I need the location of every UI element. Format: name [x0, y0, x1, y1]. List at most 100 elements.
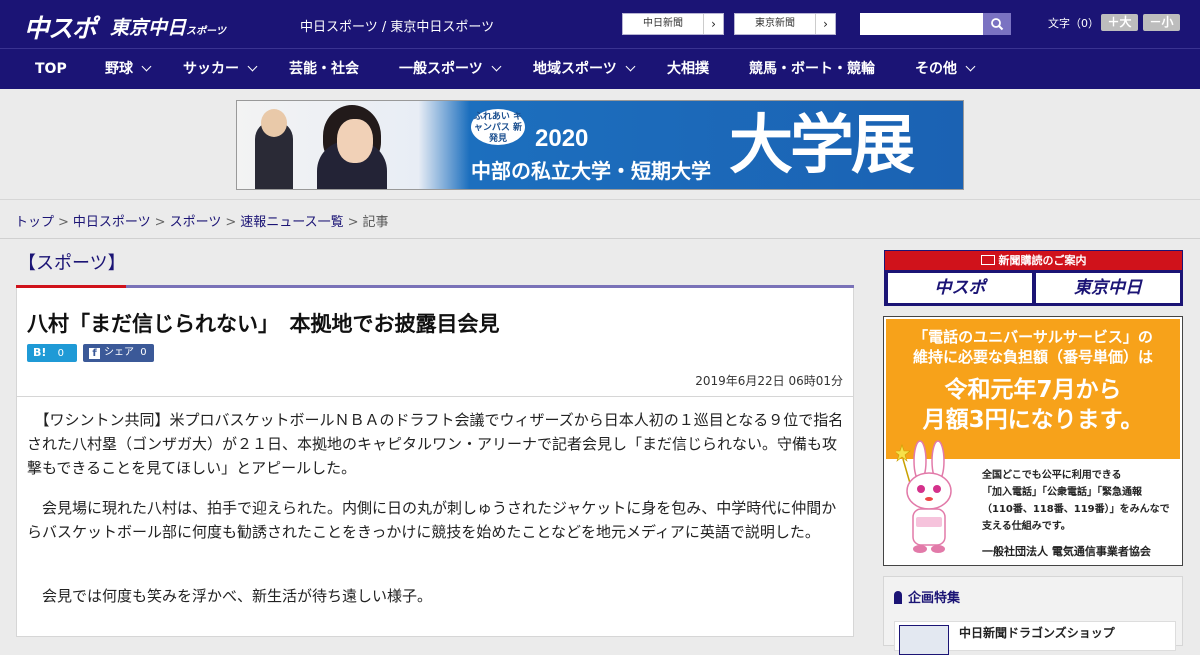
- universal-service-ad[interactable]: 「電話のユニバーサルサービス」の 維持に必要な負担額（番号単価）は 令和元年7月か…: [883, 316, 1183, 566]
- site-name: 中日スポーツ / 東京中日スポーツ: [300, 20, 495, 35]
- nav-baseball[interactable]: 野球: [105, 49, 152, 90]
- chevron-down-icon: [247, 61, 258, 72]
- breadcrumb-chunichi-sports[interactable]: 中日スポーツ: [73, 215, 151, 230]
- nav-label: サッカー: [183, 61, 239, 77]
- font-smaller-button[interactable]: －小: [1143, 14, 1180, 31]
- article-body: 【ワシントン共同】米プロバスケットボールＮＢＡのドラフト会議でウィザーズから日本…: [16, 397, 854, 637]
- breadcrumb-sports[interactable]: スポーツ: [170, 215, 222, 230]
- tokyo-chunichi-logo[interactable]: 東京中日スポーツ: [110, 13, 226, 40]
- university-fair-banner[interactable]: ふれあい キャンパス 新発見 2020 中部の私立大学・短期大学 大学展: [236, 100, 964, 190]
- hatena-count: 0: [57, 348, 64, 359]
- chunichi-shimbun-button[interactable]: 中日新聞 ›: [622, 13, 724, 35]
- ad-big-text: 令和元年7月から 月額3円になります。: [892, 375, 1174, 435]
- chevron-down-icon: [625, 61, 636, 72]
- feature-heading-text: 企画特集: [908, 591, 961, 606]
- nav-label: 大相撲: [667, 61, 709, 77]
- campus-badge: ふれあい キャンパス 新発見: [471, 109, 525, 145]
- font-size-label: 文字（0）: [1048, 17, 1099, 30]
- nav-racing[interactable]: 競馬・ボート・競輪: [749, 49, 875, 90]
- category-heading: 【スポーツ】: [18, 253, 126, 274]
- nav-others[interactable]: その他: [915, 49, 976, 90]
- search-input[interactable]: [860, 13, 983, 35]
- nav-entertainment[interactable]: 芸能・社会: [289, 49, 359, 90]
- tokyo-shimbun-label: 東京新聞: [755, 18, 795, 29]
- ad-content: 「電話のユニバーサルサービス」の 維持に必要な負担額（番号単価）は 令和元年7月か…: [886, 319, 1180, 563]
- ad-organization: 一般社団法人 電気通信事業者協会: [982, 545, 1151, 558]
- newspaper-icon: [980, 255, 995, 265]
- ad-big-line: 令和元年7月から: [944, 377, 1122, 403]
- breadcrumb: トップ > 中日スポーツ > スポーツ > 速報ニュース一覧 > 記事: [15, 211, 389, 230]
- search-icon: [991, 18, 1004, 31]
- chevron-down-icon: [965, 61, 976, 72]
- chunichi-shimbun-label: 中日新聞: [643, 18, 683, 29]
- nav-label: 競馬・ボート・競輪: [749, 61, 875, 77]
- nav-label: 野球: [105, 61, 133, 77]
- banner-area: ふれあい キャンパス 新発見 2020 中部の私立大学・短期大学 大学展: [0, 89, 1200, 200]
- divider: [0, 238, 1200, 239]
- ad-body-line: （110番、118番、119番）」をみんなで: [982, 504, 1170, 515]
- facebook-share-button[interactable]: f シェア 0: [83, 344, 154, 362]
- feature-box: 企画特集 中日新聞ドラゴンズショップ: [883, 576, 1183, 655]
- tokyo-shimbun-button[interactable]: 東京新聞 ›: [734, 13, 836, 35]
- breadcrumb-top[interactable]: トップ: [15, 215, 54, 230]
- tokyo-logo-text: 東京中日: [110, 18, 187, 39]
- facebook-share-count: 0: [140, 347, 147, 358]
- subscribe-tokyo-chunichi-button[interactable]: 東京中日: [1036, 273, 1180, 303]
- banner-subtitle: 中部の私立大学・短期大学: [471, 159, 711, 183]
- ad-big-line: 月額3円になります。: [922, 407, 1144, 433]
- font-bigger-button[interactable]: ＋大: [1101, 14, 1138, 31]
- breadcrumb-separator: >: [154, 215, 166, 230]
- ad-headline: 「電話のユニバーサルサービス」の 維持に必要な負担額（番号単価）は: [892, 327, 1174, 367]
- chevron-right-icon: ›: [815, 14, 835, 34]
- nav-general-sports[interactable]: 一般スポーツ: [399, 49, 502, 90]
- hatena-bookmark-button[interactable]: B! 0: [27, 344, 77, 362]
- article-paragraph: 会見では何度も笑みを浮かべ、新生活が待ち遠しい様子。: [27, 587, 433, 605]
- banner-year: 2020: [535, 125, 589, 152]
- subscription-box: 新聞購読のご案内 中スポ 東京中日: [884, 250, 1183, 306]
- hatena-icon: B!: [33, 346, 47, 359]
- article-paragraph: 会見場に現れた八村は、拍手で迎えられた。内側に日の丸が刺しゅうされたジャケットに…: [27, 499, 837, 541]
- main-nav: TOP 野球 サッカー 芸能・社会 一般スポーツ 地域スポーツ 大相撲 競馬・ボ…: [0, 48, 1200, 89]
- ad-line: 維持に必要な負担額（番号単価）は: [912, 348, 1153, 366]
- article-paragraph: 【ワシントン共同】米プロバスケットボールＮＢＡのドラフト会議でウィザーズから日本…: [27, 411, 844, 477]
- nav-sumo[interactable]: 大相撲: [667, 49, 709, 90]
- ad-body: 全国どこでも公平に利用できる 「加入電話」「公衆電話」「緊急通報 （110番、1…: [982, 467, 1174, 535]
- chevron-down-icon: [491, 61, 502, 72]
- ad-body-line: 支える仕組みです。: [982, 521, 1071, 532]
- banner-headline: 大学展: [729, 109, 915, 183]
- nav-label: 一般スポーツ: [399, 61, 483, 77]
- breadcrumb-separator: >: [225, 215, 237, 230]
- subscribe-chuspo-button[interactable]: 中スポ: [888, 273, 1032, 303]
- feature-item[interactable]: 中日新聞ドラゴンズショップ: [894, 621, 1176, 655]
- feature-heading: 企画特集: [894, 587, 960, 606]
- student-head: [261, 109, 287, 137]
- breadcrumb-separator: >: [58, 215, 69, 230]
- chevron-right-icon: ›: [703, 14, 723, 34]
- subscription-title-text: 新聞購読のご案内: [998, 254, 1087, 267]
- breadcrumb-current: 記事: [362, 215, 389, 230]
- breadcrumb-news-list[interactable]: 速報ニュース一覧: [240, 215, 343, 230]
- nav-label: 芸能・社会: [289, 61, 359, 77]
- search-button[interactable]: [983, 13, 1011, 35]
- article-date: 2019年6月22日 06時01分: [695, 374, 843, 388]
- ad-body-line: 全国どこでも公平に利用できる: [982, 470, 1122, 481]
- nav-top[interactable]: TOP: [35, 49, 67, 90]
- facebook-icon: f: [89, 348, 100, 359]
- nav-label: その他: [915, 61, 957, 77]
- nav-label: TOP: [35, 61, 67, 77]
- article-header: 八村「まだ信じられない」 本拠地でお披露目会見 B! 0 f シェア 0 2019…: [16, 288, 854, 397]
- nav-soccer[interactable]: サッカー: [183, 49, 258, 90]
- article-title: 八村「まだ信じられない」 本拠地でお披露目会見: [27, 312, 500, 336]
- ad-body-line: 「加入電話」「公衆電話」「緊急通報: [982, 487, 1142, 498]
- subscription-title: 新聞購読のご案内: [885, 251, 1182, 270]
- tokyo-logo-small: スポーツ: [186, 26, 226, 37]
- ribbon-icon: [894, 591, 902, 604]
- feature-item-label: 中日新聞ドラゴンズショップ: [959, 626, 1115, 640]
- student-face: [337, 119, 373, 163]
- facebook-share-label: シェア: [104, 347, 134, 358]
- nav-local-sports[interactable]: 地域スポーツ: [533, 49, 636, 90]
- nav-label: 地域スポーツ: [533, 61, 617, 77]
- bunny-mascot-icon: [896, 440, 952, 553]
- chuspo-logo[interactable]: 中スポ: [24, 9, 97, 45]
- breadcrumb-separator: >: [347, 215, 359, 230]
